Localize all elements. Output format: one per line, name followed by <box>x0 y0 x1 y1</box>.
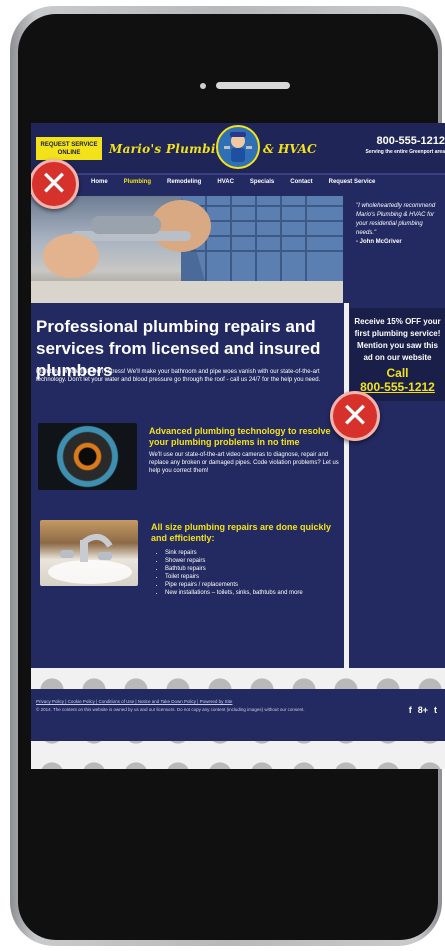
camera-lens-image <box>38 423 137 490</box>
footer-links[interactable]: Privacy Policy | Cookie Policy | Conditi… <box>36 699 232 704</box>
logo-text-right[interactable]: & HVAC <box>263 142 317 156</box>
list-item: Sink repairs <box>165 549 355 557</box>
social-links: f 8+ t <box>409 705 437 715</box>
copyright-text: © 2014. The content on this website is o… <box>36 707 305 712</box>
promo-text: Receive 15% OFF your first plumbing serv… <box>354 317 441 362</box>
error-x-icon: ✕ <box>330 391 380 441</box>
header-phone-number[interactable]: 800-555-1212 <box>376 135 445 147</box>
hero-image-plumber <box>31 196 343 303</box>
feature-repairs-title: All size plumbing repairs are done quick… <box>151 522 332 543</box>
error-x-icon: ✕ <box>31 159 79 209</box>
list-item: New installations – toilets, sinks, bath… <box>165 589 355 597</box>
main-nav: Home Plumbing Remodeling HVAC Specials C… <box>91 179 375 193</box>
request-service-button[interactable]: REQUEST SERVICE ONLINE <box>36 137 102 160</box>
nav-item-remodeling[interactable]: Remodeling <box>167 179 201 193</box>
earpiece-speaker <box>216 82 290 89</box>
nav-item-specials[interactable]: Specials <box>250 179 274 193</box>
site-header: REQUEST SERVICE ONLINE Mario's Plumbing … <box>31 123 445 175</box>
google-plus-icon[interactable]: 8+ <box>418 705 428 715</box>
plumber-mascot-logo[interactable] <box>215 124 261 170</box>
nav-item-request-service[interactable]: Request Service <box>329 179 376 193</box>
content-divider <box>344 303 349 668</box>
nav-item-contact[interactable]: Contact <box>290 179 312 193</box>
feature-technology-body: We'll use our state-of-the-art video cam… <box>149 452 339 474</box>
nav-item-plumbing[interactable]: Plumbing <box>124 179 151 193</box>
phone-screen: REQUEST SERVICE ONLINE Mario's Plumbing … <box>31 123 445 769</box>
nav-item-home[interactable]: Home <box>91 179 108 193</box>
facebook-icon[interactable]: f <box>409 705 412 715</box>
front-camera <box>200 83 206 89</box>
feature-technology-title: Advanced plumbing technology to resolve … <box>149 426 331 447</box>
website: REQUEST SERVICE ONLINE Mario's Plumbing … <box>31 123 445 668</box>
faucet-illustration <box>48 533 132 584</box>
list-item: Bathtub repairs <box>165 565 355 573</box>
intro-paragraph: Plumbing problems? Don't stress! We'll m… <box>36 369 321 383</box>
testimonial-quote: "I wholeheartedly recommend Mario's Plum… <box>356 203 436 236</box>
repairs-list: Sink repairs Shower repairs Bathtub repa… <box>153 549 355 597</box>
testimonial: "I wholeheartedly recommend Mario's Plum… <box>356 202 442 247</box>
promo-box: Receive 15% OFF your first plumbing serv… <box>350 308 445 401</box>
site-footer: Privacy Policy | Cookie Policy | Conditi… <box>31 689 445 741</box>
testimonial-author: - John McGriver <box>356 239 402 245</box>
twitter-icon[interactable]: t <box>434 705 437 715</box>
hero-illustration <box>31 196 343 303</box>
service-area-text: Serving the entire Greenport area <box>365 149 445 155</box>
list-item: Pipe repairs / replacements <box>165 581 355 589</box>
promo-call-label: Call <box>386 366 409 380</box>
nav-item-hvac[interactable]: HVAC <box>217 179 234 193</box>
list-item: Shower repairs <box>165 557 355 565</box>
list-item: Toilet repairs <box>165 573 355 581</box>
sink-faucet-image <box>40 520 138 586</box>
